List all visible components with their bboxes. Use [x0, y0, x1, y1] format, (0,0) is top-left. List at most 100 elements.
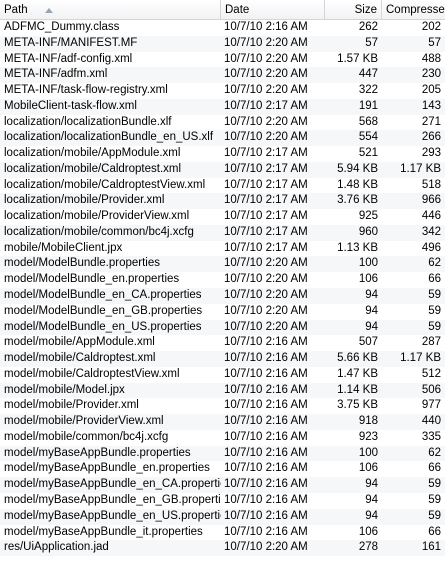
cell-compressed: 57	[428, 36, 441, 49]
cell-size: 5.94 KB	[337, 162, 378, 175]
cell-size: 94	[365, 304, 378, 317]
cell-size: 568	[358, 115, 378, 128]
cell-size: 5.66 KB	[337, 352, 378, 365]
cell-date: 10/7/10 2:16 AM	[224, 430, 308, 443]
cell-size: 100	[358, 257, 378, 270]
cell-compressed: 66	[428, 462, 441, 475]
cell-compressed: 446	[421, 210, 441, 223]
cell-date: 10/7/10 2:16 AM	[224, 493, 308, 506]
table-row[interactable]: model/ModelBundle_en_GB.properties 10/7/1…	[0, 303, 445, 320]
cell-path: res/UiApplication.jad	[4, 541, 109, 554]
table-row[interactable]: localization/mobile/Provider.xml 10/7/10 …	[0, 193, 445, 210]
cell-date: 10/7/10 2:16 AM	[224, 509, 308, 522]
table-row[interactable]: localization/mobile/CaldroptestView.xml 1…	[0, 177, 445, 194]
cell-size: 1.13 KB	[337, 241, 378, 254]
cell-compressed: 202	[421, 21, 441, 33]
cell-date: 10/7/10 2:16 AM	[224, 383, 308, 396]
column-header-label: Path	[4, 4, 28, 16]
table-row[interactable]: model/mobile/Model.jpx 10/7/10 2:16 AM 1.1…	[0, 382, 445, 399]
table-row[interactable]: localization/localizationBundle.xlf 10/7/…	[0, 114, 445, 131]
table-row[interactable]: META-INF/adfm.xml 10/7/10 2:20 AM 447 230	[0, 67, 445, 84]
table-row[interactable]: localization/mobile/Caldroptest.xml 10/7/…	[0, 161, 445, 178]
cell-size: 262	[358, 21, 378, 33]
cell-size: 278	[358, 541, 378, 554]
table-row[interactable]: META-INF/adf-config.xml 10/7/10 2:20 AM 1.…	[0, 51, 445, 68]
table-row[interactable]: model/mobile/common/bc4j.xcfg 10/7/10 2:1…	[0, 429, 445, 446]
cell-date: 10/7/10 2:16 AM	[224, 478, 308, 491]
table-row[interactable]: res/UiApplication.jad 10/7/10 2:20 AM 278 1…	[0, 540, 445, 557]
cell-compressed: 230	[421, 68, 441, 81]
cell-compressed: 506	[421, 383, 441, 396]
cell-compressed: 335	[421, 430, 441, 443]
table-row[interactable]: META-INF/task-flow-registry.xml 10/7/10 2…	[0, 83, 445, 99]
table-row[interactable]: model/ModelBundle.properties 10/7/10 2:20…	[0, 256, 445, 273]
table-row[interactable]: localization/localizationBundle_en_US.xl…	[0, 130, 445, 147]
cell-date: 10/7/10 2:16 AM	[224, 21, 308, 33]
table-row[interactable]: model/mobile/CaldroptestView.xml 10/7/10 …	[0, 366, 445, 383]
table-row[interactable]: model/mobile/Caldroptest.xml 10/7/10 2:16…	[0, 351, 445, 367]
cell-compressed: 143	[421, 99, 441, 112]
cell-size: 1.47 KB	[337, 367, 378, 380]
table-row[interactable]: MobileClient-task-flow.xml 10/7/10 2:17 A…	[0, 98, 445, 115]
cell-compressed: 966	[421, 194, 441, 207]
table-row[interactable]: META-INF/MANIFEST.MF 10/7/10 2:20 AM 57 57	[0, 35, 445, 52]
table-row[interactable]: model/myBaseAppBundle.properties 10/7/10 …	[0, 445, 445, 462]
cell-compressed: 59	[428, 493, 441, 506]
sort-ascending-icon	[45, 8, 53, 13]
cell-size: 106	[358, 462, 378, 475]
cell-date: 10/7/10 2:17 AM	[224, 147, 308, 160]
table-row[interactable]: model/mobile/Provider.xml 10/7/10 2:16 AM…	[0, 398, 445, 415]
cell-date: 10/7/10 2:17 AM	[224, 210, 308, 223]
table-row[interactable]: model/myBaseAppBundle_en.properties 10/7/…	[0, 461, 445, 478]
column-header-size[interactable]: Size	[325, 0, 382, 20]
cell-size: 925	[358, 210, 378, 223]
cell-date: 10/7/10 2:16 AM	[224, 367, 308, 380]
cell-size: 918	[358, 415, 378, 428]
table-row[interactable]: model/mobile/ProviderView.xml 10/7/10 2:1…	[0, 414, 445, 430]
cell-path: model/myBaseAppBundle.properties	[4, 446, 191, 459]
cell-path: localization/mobile/Caldroptest.xml	[4, 162, 182, 175]
column-header-date[interactable]: Date	[221, 0, 325, 20]
cell-size: 923	[358, 430, 378, 443]
cell-path: model/mobile/common/bc4j.xcfg	[4, 430, 169, 443]
cell-path: META-INF/adfm.xml	[4, 68, 108, 81]
cell-size: 507	[358, 336, 378, 349]
cell-size: 554	[358, 131, 378, 144]
table-row[interactable]: mobile/MobileClient.jpx 10/7/10 2:17 AM 1.…	[0, 240, 445, 257]
cell-date: 10/7/10 2:20 AM	[224, 320, 308, 333]
cell-path: mobile/MobileClient.jpx	[4, 241, 123, 254]
table-row[interactable]: localization/mobile/common/bc4j.xcfg 10/7…	[0, 224, 445, 241]
table-row[interactable]: model/myBaseAppBundle_en_US.properties 10…	[0, 508, 445, 525]
column-header-compressed[interactable]: Compressed	[382, 0, 445, 20]
cell-path: MobileClient-task-flow.xml	[4, 99, 137, 112]
cell-path: model/mobile/AppModule.xml	[4, 336, 155, 349]
cell-path: model/ModelBundle.properties	[4, 257, 160, 270]
table-row[interactable]: ADFMC_Dummy.class 10/7/10 2:16 AM 262 202	[0, 20, 445, 36]
table-row[interactable]: localization/mobile/ProviderView.xml 10/7…	[0, 209, 445, 225]
table-row[interactable]: model/myBaseAppBundle_it.properties 10/7/…	[0, 524, 445, 541]
cell-size: 1.14 KB	[337, 383, 378, 396]
cell-size: 94	[365, 320, 378, 333]
table-row[interactable]: model/ModelBundle_en_US.properties 10/7/1…	[0, 319, 445, 336]
table-row[interactable]: model/myBaseAppBundle_en_GB.properties 10…	[0, 492, 445, 509]
cell-size: 106	[358, 273, 378, 286]
table-row[interactable]: model/mobile/AppModule.xml 10/7/10 2:16 A…	[0, 335, 445, 352]
cell-compressed: 59	[428, 478, 441, 491]
cell-size: 57	[365, 36, 378, 49]
table-row[interactable]: model/ModelBundle_en_CA.properties 10/7/1…	[0, 288, 445, 304]
cell-compressed: 62	[428, 446, 441, 459]
cell-compressed: 59	[428, 320, 441, 333]
column-header-path[interactable]: Path	[0, 0, 221, 20]
cell-size: 94	[365, 478, 378, 491]
table-row[interactable]: model/ModelBundle_en.properties 10/7/10 2…	[0, 272, 445, 289]
cell-path: model/mobile/ProviderView.xml	[4, 415, 164, 428]
cell-date: 10/7/10 2:20 AM	[224, 36, 308, 49]
cell-date: 10/7/10 2:16 AM	[224, 446, 308, 459]
cell-size: 960	[358, 225, 378, 238]
table-row[interactable]: localization/mobile/AppModule.xml 10/7/10…	[0, 146, 445, 162]
cell-date: 10/7/10 2:16 AM	[224, 525, 308, 538]
cell-size: 100	[358, 446, 378, 459]
table-header: Path Date Size Compressed	[0, 0, 445, 20]
cell-compressed: 59	[428, 289, 441, 302]
table-row[interactable]: model/myBaseAppBundle_en_CA.properties 10…	[0, 477, 445, 493]
